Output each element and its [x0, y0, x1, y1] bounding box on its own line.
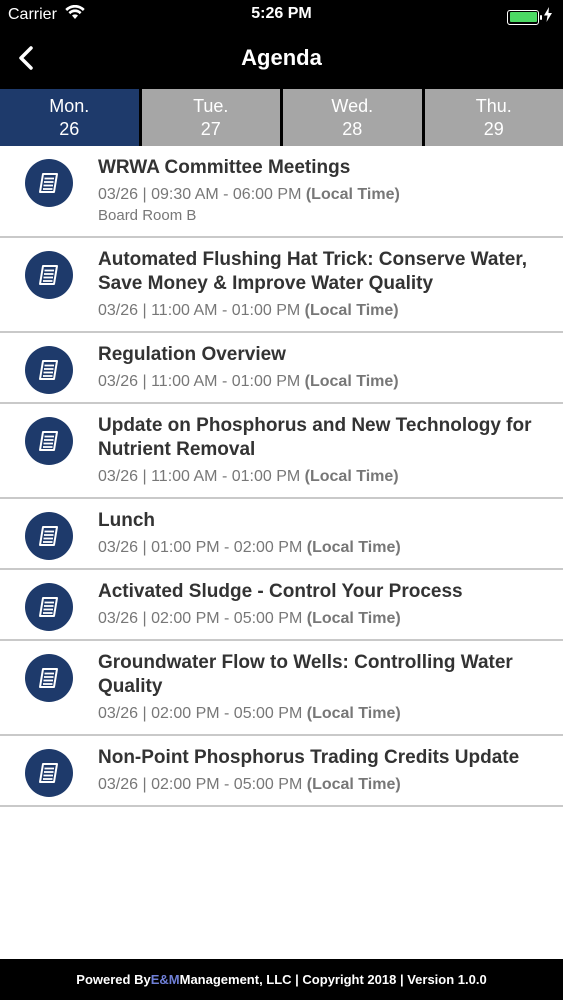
session-time-range: 03/26 | 01:00 PM - 02:00 PM [98, 539, 303, 556]
day-tab-weekday: Mon. [49, 95, 90, 116]
session-time-note: (Local Time) [306, 705, 401, 722]
document-icon [25, 583, 73, 631]
day-tab[interactable]: Thu. 29 [424, 89, 563, 146]
day-tab-date: 28 [342, 118, 363, 139]
day-tab[interactable]: Tue. 27 [141, 89, 280, 146]
session-title: Regulation Overview [98, 344, 286, 365]
session-title: Groundwater Flow to Wells: Controlling W… [98, 652, 513, 697]
day-tab-weekday: Wed. [331, 95, 374, 116]
session-item[interactable]: WRWA Committee Meetings 03/26 | 09:30 AM … [0, 146, 563, 238]
nav-bar: Agenda [0, 30, 563, 87]
session-title: WRWA Committee Meetings [98, 157, 351, 178]
session-time-note: (Local Time) [306, 776, 401, 793]
document-icon [25, 417, 73, 465]
session-item[interactable]: Non-Point Phosphorus Trading Credits Upd… [0, 736, 563, 807]
session-time: 03/26 | 02:00 PM - 05:00 PM (Local Time) [98, 704, 551, 724]
session-time-range: 03/26 | 02:00 PM - 05:00 PM [98, 705, 303, 722]
day-tab-date: 26 [59, 118, 80, 139]
charging-bolt-icon [543, 7, 553, 27]
footer-suffix: Management, LLC | Copyright 2018 | Versi… [179, 972, 487, 987]
session-title: Non-Point Phosphorus Trading Credits Upd… [98, 747, 520, 768]
battery-icon [507, 9, 542, 25]
session-time: 03/26 | 02:00 PM - 05:00 PM (Local Time) [98, 775, 551, 795]
session-time-note: (Local Time) [306, 610, 401, 627]
document-icon [25, 749, 73, 797]
session-time: 03/26 | 09:30 AM - 06:00 PM (Local Time) [98, 185, 551, 205]
day-tab[interactable]: Wed. 28 [283, 89, 422, 146]
session-time-note: (Local Time) [304, 468, 399, 485]
session-title: Activated Sludge - Control Your Process [98, 581, 463, 602]
footer: Powered By E&M Management, LLC | Copyrig… [0, 959, 563, 1000]
day-tabs: Mon. 26 Tue. 27 Wed. 28 Thu. 29 [0, 87, 563, 146]
session-time: 03/26 | 02:00 PM - 05:00 PM (Local Time) [98, 609, 551, 629]
session-time-note: (Local Time) [304, 373, 399, 390]
footer-prefix: Powered By [76, 972, 151, 987]
document-icon [25, 654, 73, 702]
session-title: Lunch [98, 510, 155, 531]
session-time-range: 03/26 | 02:00 PM - 05:00 PM [98, 776, 303, 793]
status-time: 5:26 PM [251, 5, 312, 22]
session-title: Automated Flushing Hat Trick: Conserve W… [98, 249, 527, 294]
document-icon [25, 346, 73, 394]
session-title: Update on Phosphorus and New Technology … [98, 415, 532, 460]
session-location: Board Room B [98, 207, 197, 224]
document-icon [25, 251, 73, 299]
session-time-range: 03/26 | 11:00 AM - 01:00 PM [98, 468, 301, 485]
session-list: WRWA Committee Meetings 03/26 | 09:30 AM … [0, 146, 563, 959]
session-time-range: 03/26 | 11:00 AM - 01:00 PM [98, 373, 301, 390]
session-time: 03/26 | 11:00 AM - 01:00 PM (Local Time) [98, 301, 551, 321]
session-item[interactable]: Automated Flushing Hat Trick: Conserve W… [0, 238, 563, 333]
session-item[interactable]: Groundwater Flow to Wells: Controlling W… [0, 641, 563, 736]
session-item[interactable]: Activated Sludge - Control Your Process 0… [0, 570, 563, 641]
day-tab-date: 27 [200, 118, 221, 139]
session-time-note: (Local Time) [306, 539, 401, 556]
session-time-range: 03/26 | 11:00 AM - 01:00 PM [98, 302, 301, 319]
page-title: Agenda [241, 45, 322, 70]
session-time-note: (Local Time) [305, 186, 400, 203]
footer-brand: E&M [150, 972, 180, 987]
session-time-range: 03/26 | 09:30 AM - 06:00 PM [98, 186, 302, 203]
session-item[interactable]: Update on Phosphorus and New Technology … [0, 404, 563, 499]
day-tab-weekday: Tue. [193, 95, 229, 116]
session-time: 03/26 | 11:00 AM - 01:00 PM (Local Time) [98, 467, 551, 487]
battery-fill [509, 12, 537, 22]
document-icon [25, 512, 73, 560]
day-tab[interactable]: Mon. 26 [0, 89, 139, 146]
day-tab-weekday: Thu. [475, 95, 512, 116]
day-tab-date: 29 [483, 118, 504, 139]
session-time-range: 03/26 | 02:00 PM - 05:00 PM [98, 610, 303, 627]
document-icon [25, 159, 73, 207]
session-item[interactable]: Regulation Overview 03/26 | 11:00 AM - 01… [0, 333, 563, 404]
status-bar: Carrier 5:26 PM [0, 0, 563, 30]
battery-indicator [507, 7, 553, 27]
session-time: 03/26 | 01:00 PM - 02:00 PM (Local Time) [98, 538, 551, 558]
session-time: 03/26 | 11:00 AM - 01:00 PM (Local Time) [98, 372, 551, 392]
session-time-note: (Local Time) [304, 302, 399, 319]
session-item[interactable]: Lunch 03/26 | 01:00 PM - 02:00 PM (Local … [0, 499, 563, 570]
